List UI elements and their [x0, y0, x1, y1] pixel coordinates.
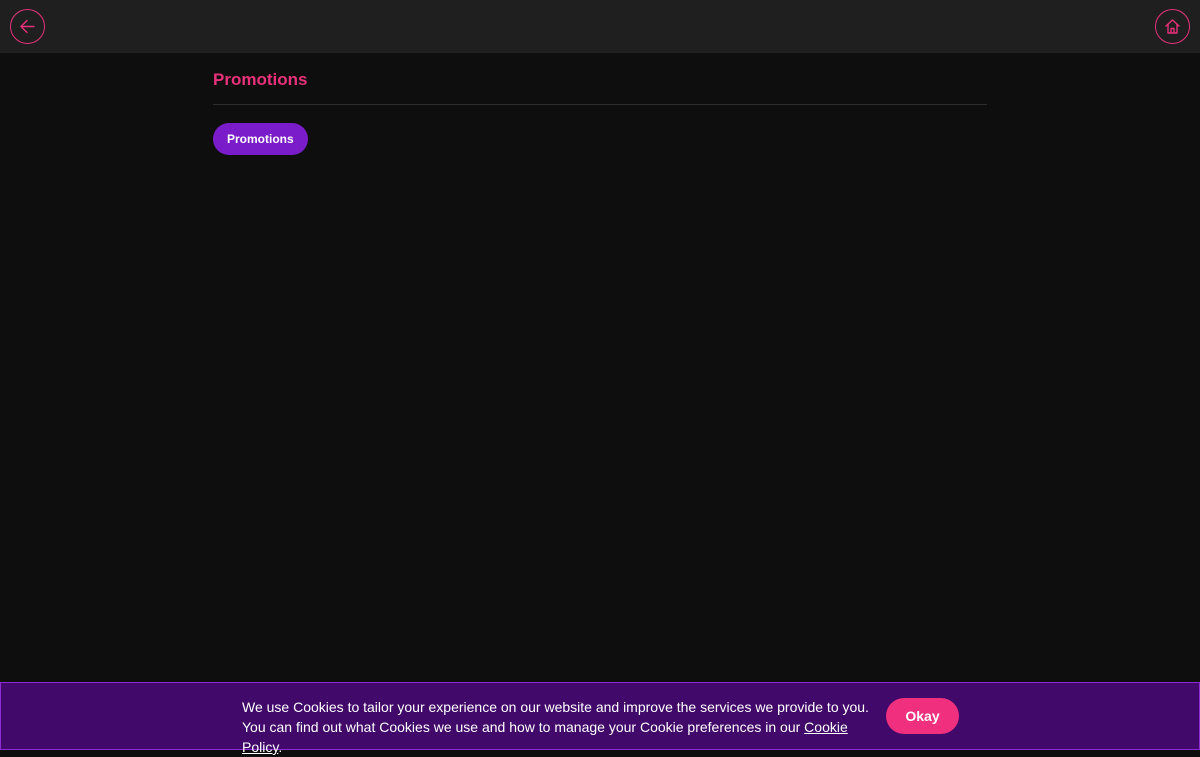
cookie-message-period: .	[278, 739, 283, 755]
top-bar	[0, 0, 1200, 53]
category-pill-promotions[interactable]: Promotions	[213, 123, 308, 155]
cookie-banner: We use Cookies to tailor your experience…	[0, 682, 1200, 755]
okay-button[interactable]: Okay	[886, 698, 959, 734]
home-button[interactable]	[1155, 9, 1190, 44]
arrow-left-icon	[19, 18, 36, 35]
category-list: Promotions	[213, 105, 987, 155]
cookie-message: We use Cookies to tailor your experience…	[242, 697, 882, 757]
back-button[interactable]	[10, 9, 45, 44]
cookie-message-text: We use Cookies to tailor your experience…	[242, 699, 869, 735]
page-title: Promotions	[213, 53, 987, 105]
home-icon	[1164, 18, 1181, 35]
main-content: Promotions Promotions	[213, 53, 987, 155]
